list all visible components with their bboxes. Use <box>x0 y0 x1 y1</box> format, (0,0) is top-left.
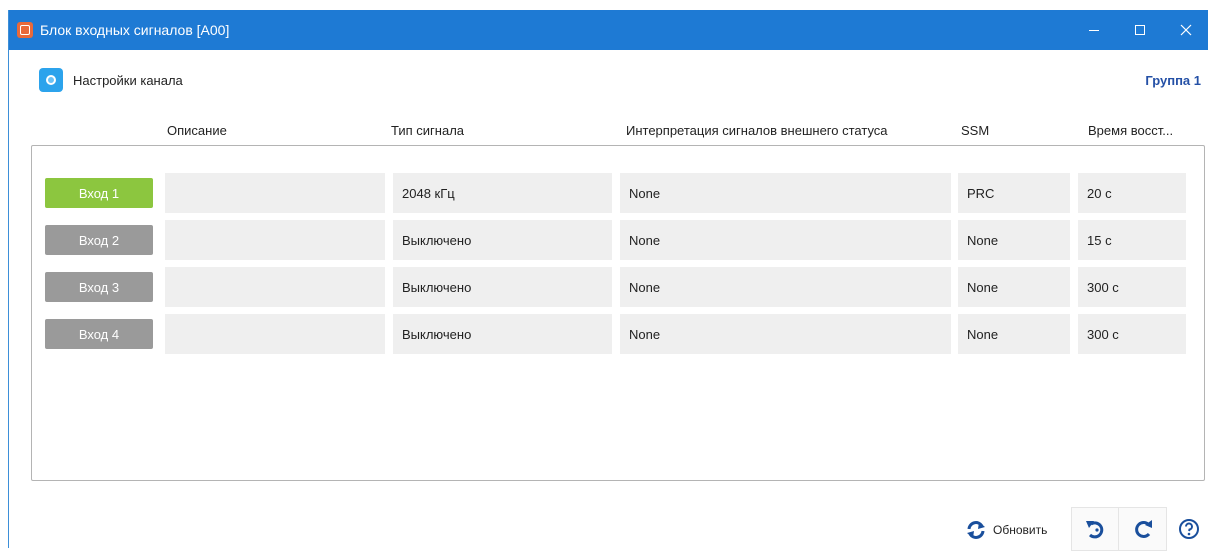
close-icon <box>1180 24 1192 36</box>
ssm-cell[interactable]: None <box>958 314 1070 354</box>
interpretation-cell[interactable]: None <box>620 314 951 354</box>
group-link[interactable]: Группа 1 <box>1145 73 1201 88</box>
signal-type-cell[interactable]: 2048 кГц <box>393 173 612 213</box>
interpretation-cell[interactable]: None <box>620 267 951 307</box>
inputs-table: Вход 1 2048 кГц None PRC 20 с Вход 2 Вык… <box>31 145 1205 481</box>
input-3-button[interactable]: Вход 3 <box>45 272 153 302</box>
description-cell[interactable] <box>165 220 385 260</box>
description-cell[interactable] <box>165 314 385 354</box>
redo-icon <box>1134 520 1152 538</box>
help-button[interactable] <box>1169 507 1208 551</box>
channel-settings-label: Настройки канала <box>73 72 183 88</box>
input-2-button[interactable]: Вход 2 <box>45 225 153 255</box>
title-bar: Блок входных сигналов [A00] <box>9 10 1208 50</box>
refresh-label: Обновить <box>993 523 1048 537</box>
window: Блок входных сигналов [A00] Настройки ка… <box>8 10 1208 551</box>
undo-button[interactable] <box>1071 507 1119 551</box>
close-button[interactable] <box>1163 10 1208 50</box>
settings-channel-icon <box>39 68 63 92</box>
interpretation-cell[interactable]: None <box>620 220 951 260</box>
ssm-cell[interactable]: None <box>958 267 1070 307</box>
undo-icon <box>1086 521 1104 539</box>
column-header-description: Описание <box>167 123 227 138</box>
column-header-restore-time: Время восст... <box>1088 123 1174 138</box>
column-header-signal-type: Тип сигнала <box>391 123 465 138</box>
ssm-cell[interactable]: None <box>958 220 1070 260</box>
redo-button[interactable] <box>1119 507 1167 551</box>
signal-type-cell[interactable]: Выключено <box>393 267 612 307</box>
ssm-cell[interactable]: PRC <box>958 173 1070 213</box>
maximize-icon <box>1135 25 1145 35</box>
signal-type-cell[interactable]: Выключено <box>393 220 612 260</box>
window-title: Блок входных сигналов [A00] <box>40 22 230 38</box>
description-cell[interactable] <box>165 267 385 307</box>
app-icon <box>17 22 33 38</box>
interpretation-cell[interactable]: None <box>620 173 951 213</box>
restore-time-cell[interactable]: 20 с <box>1078 173 1186 213</box>
minimize-icon <box>1089 30 1099 31</box>
restore-time-cell[interactable]: 15 с <box>1078 220 1186 260</box>
signal-type-cell[interactable]: Выключено <box>393 314 612 354</box>
refresh-icon <box>967 521 985 539</box>
column-header-interpretation: Интерпретация сигналов внешнего статуса <box>626 123 888 138</box>
window-controls <box>1071 10 1208 50</box>
help-icon <box>1179 519 1199 539</box>
input-4-button[interactable]: Вход 4 <box>45 319 153 349</box>
restore-time-cell[interactable]: 300 с <box>1078 314 1186 354</box>
refresh-button[interactable]: Обновить <box>965 520 1047 540</box>
maximize-button[interactable] <box>1117 10 1163 50</box>
minimize-button[interactable] <box>1071 10 1117 50</box>
column-header-ssm: SSM <box>961 123 990 138</box>
description-cell[interactable] <box>165 173 385 213</box>
channel-settings-button[interactable]: Настройки канала <box>39 66 183 94</box>
restore-time-cell[interactable]: 300 с <box>1078 267 1186 307</box>
input-1-button[interactable]: Вход 1 <box>45 178 153 208</box>
